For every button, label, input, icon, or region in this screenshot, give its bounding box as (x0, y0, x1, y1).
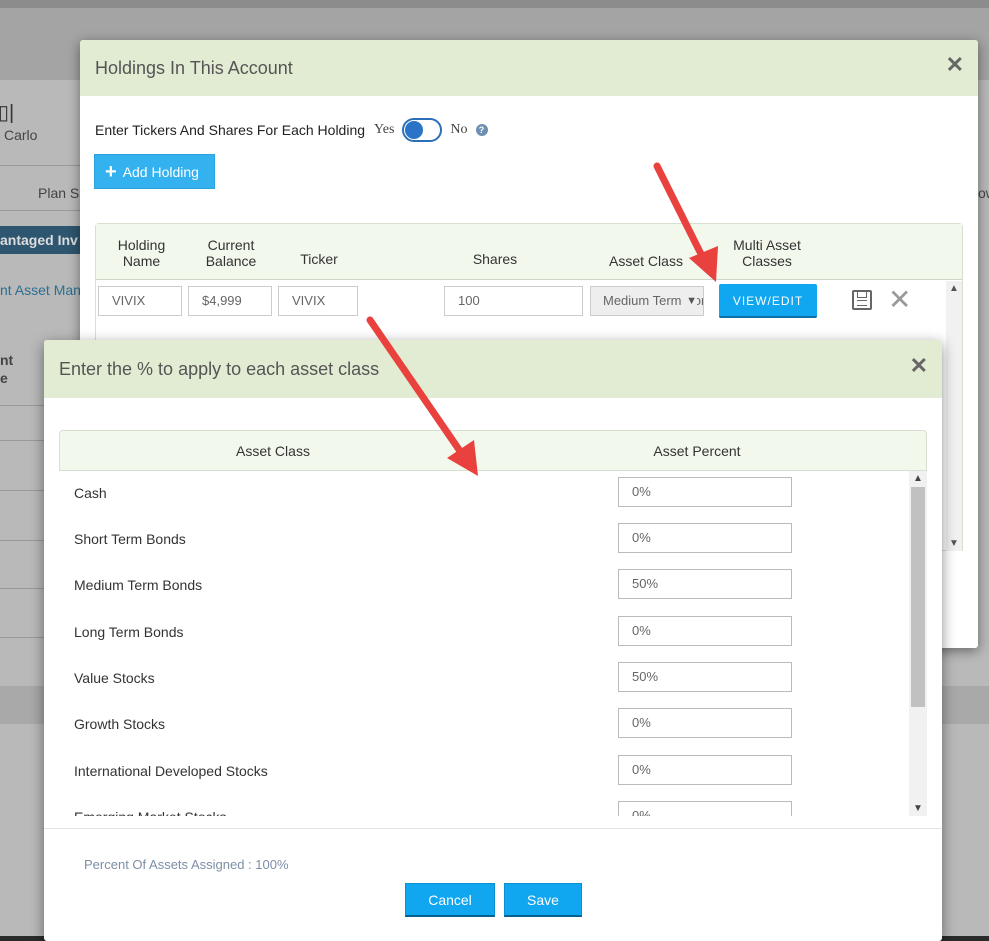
scroll-down-icon[interactable]: ▼ (909, 803, 927, 814)
background-tab: Plan S (38, 185, 80, 201)
asset-class-label: Cash (74, 485, 107, 501)
close-icon[interactable]: ✕ (910, 353, 928, 379)
column-header-multi-asset: Multi Asset Classes (733, 237, 801, 269)
column-header-asset-percent: Asset Percent (653, 443, 741, 459)
column-header-holding-name: Holding Name (117, 237, 166, 269)
table-row: Growth Stocks 0% (59, 708, 909, 754)
scroll-up-icon[interactable]: ▲ (946, 283, 962, 294)
asset-percent-scrollbar[interactable]: ▲ ▼ (909, 471, 927, 816)
divider (0, 540, 44, 541)
background-label: nt (0, 352, 14, 368)
asset-class-label: International Developed Stocks (74, 763, 268, 779)
add-holding-button[interactable]: + Add Holding (94, 154, 215, 189)
background-tab: ow (978, 185, 989, 201)
asset-percent-input[interactable]: 0% (618, 755, 792, 785)
asset-percent-input[interactable]: 0% (618, 477, 792, 507)
close-icon[interactable]: ✕ (946, 52, 964, 78)
ticker-toggle-row: Enter Tickers And Shares For Each Holdin… (95, 118, 488, 142)
column-header-current-balance: Current Balance (205, 237, 257, 269)
table-row: Cash 0% (59, 477, 909, 523)
column-header-asset-class: Asset Class (236, 443, 310, 459)
table-row: Value Stocks 50% (59, 662, 909, 708)
save-icon-slot (857, 292, 867, 298)
asset-class-label: Value Stocks (74, 670, 155, 686)
modal-title: Holdings In This Account (95, 58, 293, 78)
toggle-yes-label: Yes (374, 122, 395, 137)
current-balance-input[interactable]: $4,999 (188, 286, 272, 316)
tickers-toggle[interactable] (402, 118, 443, 142)
divider (0, 440, 44, 441)
table-header: Asset Class Asset Percent (59, 430, 927, 471)
asset-class-label: Short Term Bonds (74, 531, 186, 547)
asset-class-label: Growth Stocks (74, 716, 166, 732)
asset-percent-input[interactable]: 50% (618, 569, 792, 599)
asset-percent-input[interactable]: 0% (618, 708, 792, 738)
column-header-asset-class: Asset Class (609, 253, 683, 269)
divider (0, 165, 82, 166)
modal-title: Enter the % to apply to each asset class (59, 359, 380, 379)
table-row: VIVIX $4,999 VIVIX 100 Medium Term Bonds… (96, 284, 964, 322)
shares-input[interactable]: 100 (444, 286, 583, 316)
asset-percent-input[interactable]: 0% (618, 801, 792, 816)
asset-percent-modal: Enter the % to apply to each asset class… (44, 340, 942, 941)
chevron-down-icon: ▼ (682, 287, 697, 315)
save-button[interactable]: Save (504, 883, 582, 917)
background-label: e (0, 370, 8, 386)
column-header-shares: Shares (472, 251, 518, 267)
holdings-scrollbar[interactable]: ▲ ▼ (946, 281, 962, 551)
scroll-up-icon[interactable]: ▲ (909, 473, 927, 484)
table-row: International Developed Stocks 0% (59, 755, 909, 801)
asset-percent-input[interactable]: 50% (618, 662, 792, 692)
divider (0, 637, 44, 638)
toggle-knob (405, 121, 424, 139)
help-icon[interactable]: ? (475, 124, 488, 136)
toggle-label: Enter Tickers And Shares For Each Holdin… (95, 122, 366, 138)
modal-header: Enter the % to apply to each asset class… (44, 340, 942, 398)
asset-percent-input[interactable]: 0% (618, 523, 792, 553)
cancel-button[interactable]: Cancel (405, 883, 495, 917)
scrollbar-thumb[interactable] (911, 487, 925, 707)
background-section-band: antaged Inv (0, 226, 82, 254)
asset-percent-table: Asset Class Asset Percent Cash 0% Short … (59, 430, 927, 816)
chart-icon: ▯| (0, 102, 15, 124)
ticker-input[interactable]: VIVIX (278, 286, 358, 316)
divider (0, 405, 44, 406)
asset-class-label: Long Term Bonds (74, 624, 184, 640)
asset-percent-input[interactable]: 0% (618, 616, 792, 646)
asset-class-label: Emerging Market Stocks (74, 801, 227, 816)
table-header: Holding Name Current Balance Ticker Shar… (96, 224, 962, 280)
divider (0, 490, 44, 491)
background-link: nt Asset Manu (0, 282, 82, 298)
save-icon-lines (857, 300, 867, 306)
scroll-down-icon[interactable]: ▼ (946, 538, 962, 549)
save-icon[interactable] (852, 290, 872, 310)
column-header-ticker: Ticker (300, 251, 338, 267)
asset-class-label: Medium Term Bonds (74, 577, 203, 593)
table-row: Long Term Bonds 0% (59, 616, 909, 662)
table-row: Medium Term Bonds 50% (59, 569, 909, 615)
view-edit-button[interactable]: VIEW/EDIT (719, 284, 817, 318)
toggle-no-label: No (450, 122, 468, 137)
table-row: Emerging Market Stocks 0% (59, 801, 909, 816)
table-row: Short Term Bonds 0% (59, 523, 909, 569)
plus-icon: + (105, 160, 117, 183)
percent-assigned-status: Percent Of Assets Assigned : 100% (84, 857, 289, 872)
divider (0, 210, 82, 211)
modal-header: Holdings In This Account ✕ (80, 40, 978, 96)
asset-class-select[interactable]: Medium Term Bonds ▼ (590, 286, 704, 316)
holding-name-input[interactable]: VIVIX (98, 286, 182, 316)
add-holding-label: Add Holding (122, 163, 199, 180)
divider (44, 828, 942, 829)
delete-icon[interactable]: ✕ (888, 286, 911, 314)
background-label: Carlo (4, 127, 38, 143)
divider (0, 588, 44, 589)
